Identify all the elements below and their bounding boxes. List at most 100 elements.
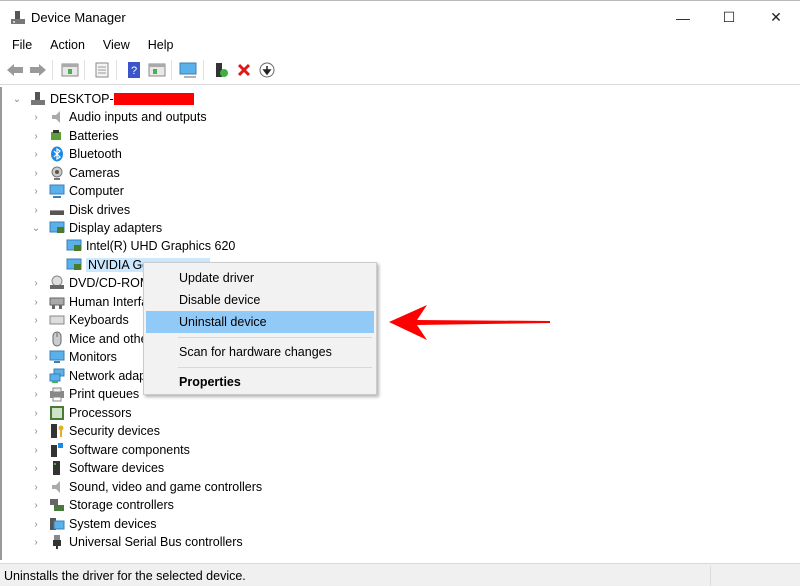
tree-item-network[interactable]: › Network adap (31, 367, 146, 385)
scan-hardware-icon (179, 62, 197, 78)
uninstall-button[interactable] (234, 60, 254, 80)
update-driver-icon (216, 63, 228, 77)
chevron-right-icon[interactable]: › (31, 334, 41, 345)
redaction-box (113, 93, 194, 105)
tree-item-label: Batteries (69, 129, 119, 143)
tree-item-hid[interactable]: › Human Interfa (31, 293, 148, 311)
show-hide-console-tree-button[interactable] (60, 60, 80, 80)
menu-item-label: Scan for hardware changes (179, 345, 332, 359)
chevron-right-icon[interactable]: › (31, 371, 41, 382)
menu-help[interactable]: Help (142, 38, 180, 52)
tree-item-dvd[interactable]: › DVD/CD-ROM (31, 274, 150, 292)
keyboard-icon (49, 315, 65, 325)
tree-item-computer[interactable]: › Computer (31, 182, 124, 200)
chevron-right-icon[interactable]: › (31, 389, 41, 400)
properties-button[interactable] (92, 60, 112, 80)
forward-button[interactable] (28, 60, 48, 80)
tree-item-processors[interactable]: › Processors (31, 404, 132, 422)
maximize-button[interactable]: ☐ (706, 1, 752, 34)
chevron-right-icon[interactable]: › (31, 186, 41, 197)
tree-item-intel-graphics[interactable]: Intel(R) UHD Graphics 620 (66, 237, 235, 255)
tree-item-print-queues[interactable]: › Print queues (31, 385, 139, 403)
chevron-right-icon[interactable]: › (31, 149, 41, 160)
menu-item-scan-hardware[interactable]: Scan for hardware changes (146, 341, 374, 363)
tree-root[interactable]: ⌄ DESKTOP- (12, 90, 194, 108)
action-pane-button[interactable] (147, 60, 167, 80)
tree-item-software-components[interactable]: › Software components (31, 441, 190, 459)
svg-text:?: ? (131, 65, 137, 77)
tree-item-mice[interactable]: › Mice and othe (31, 330, 148, 348)
tree-item-label: DVD/CD-ROM (69, 276, 151, 290)
chevron-right-icon[interactable]: › (31, 278, 41, 289)
tree-item-batteries[interactable]: › Batteries (31, 127, 118, 145)
back-button[interactable] (5, 60, 25, 80)
tree-item-label: Print queues (69, 387, 140, 401)
chevron-right-icon[interactable]: › (31, 352, 41, 363)
disable-button[interactable] (257, 60, 277, 80)
tree-item-disk-drives[interactable]: › Disk drives (31, 201, 130, 219)
mouse-icon (52, 331, 62, 347)
menu-item-label: Update driver (179, 271, 255, 285)
tree-item-label: Human Interfa (69, 295, 149, 309)
chevron-right-icon[interactable]: › (31, 168, 41, 179)
chevron-right-icon[interactable]: › (31, 537, 41, 548)
scan-hardware-button[interactable] (179, 60, 199, 80)
chevron-right-icon[interactable]: › (31, 112, 41, 123)
update-driver-button[interactable] (211, 60, 231, 80)
action-pane-icon (148, 63, 166, 77)
uninstall-icon (237, 63, 251, 77)
chevron-right-icon[interactable]: › (31, 500, 41, 511)
tree-item-label: Processors (69, 406, 132, 420)
processor-icon (50, 406, 64, 420)
menu-view[interactable]: View (97, 38, 136, 52)
tree-item-display-adapters[interactable]: ⌄ Display adapters (31, 219, 162, 237)
menu-action[interactable]: Action (44, 38, 91, 52)
device-manager-icon (11, 11, 25, 24)
tree-item-sound[interactable]: › Sound, video and game controllers (31, 478, 262, 496)
toolbar-separator (116, 60, 117, 80)
chevron-down-icon[interactable]: ⌄ (12, 94, 22, 105)
tree-item-cameras[interactable]: › Cameras (31, 164, 120, 182)
chevron-right-icon[interactable]: › (31, 482, 41, 493)
chevron-right-icon[interactable]: › (31, 205, 41, 216)
tree-item-label: Display adapters (69, 221, 163, 235)
minimize-button[interactable]: — (660, 1, 706, 34)
chevron-right-icon[interactable]: › (31, 315, 41, 326)
menu-item-uninstall-device[interactable]: Uninstall device (146, 311, 374, 333)
close-button[interactable]: ✕ (753, 1, 799, 34)
software-component-icon (51, 443, 63, 457)
chevron-right-icon[interactable]: › (31, 519, 41, 530)
storage-icon (50, 499, 64, 511)
chevron-right-icon[interactable]: › (31, 445, 41, 456)
network-icon (49, 368, 65, 383)
chevron-right-icon[interactable]: › (31, 426, 41, 437)
bluetooth-icon (51, 146, 63, 162)
tree-item-storage[interactable]: › Storage controllers (31, 496, 174, 514)
chevron-right-icon[interactable]: › (31, 463, 41, 474)
tree-item-system[interactable]: › System devices (31, 515, 156, 533)
tree-item-usb[interactable]: › Universal Serial Bus controllers (31, 533, 243, 551)
back-icon (7, 64, 23, 76)
tree-item-monitors[interactable]: › Monitors (31, 348, 117, 366)
disable-icon (259, 62, 275, 78)
tree-item-label: Software devices (69, 461, 165, 475)
toolbar-separator (52, 60, 53, 80)
menu-file[interactable]: File (6, 38, 38, 52)
tree-item-audio[interactable]: › Audio inputs and outputs (31, 108, 206, 126)
tree-item-label: Software components (69, 443, 190, 457)
chevron-down-icon[interactable]: ⌄ (31, 223, 41, 234)
menu-item-properties[interactable]: Properties (146, 371, 374, 393)
tree-item-label: Monitors (69, 350, 117, 364)
annotation-arrow-icon (389, 305, 550, 340)
tree-item-software-devices[interactable]: › Software devices (31, 459, 164, 477)
menu-item-update-driver[interactable]: Update driver (146, 267, 374, 289)
tree-item-keyboards[interactable]: › Keyboards (31, 311, 128, 329)
chevron-right-icon[interactable]: › (31, 297, 41, 308)
tree-item-security[interactable]: › Security devices (31, 422, 160, 440)
help-button[interactable]: ? (124, 60, 144, 80)
chevron-right-icon[interactable]: › (31, 131, 41, 142)
tree-item-label: Intel(R) UHD Graphics 620 (86, 239, 236, 253)
chevron-right-icon[interactable]: › (31, 408, 41, 419)
tree-item-bluetooth[interactable]: › Bluetooth (31, 145, 122, 163)
menu-item-disable-device[interactable]: Disable device (146, 289, 374, 311)
